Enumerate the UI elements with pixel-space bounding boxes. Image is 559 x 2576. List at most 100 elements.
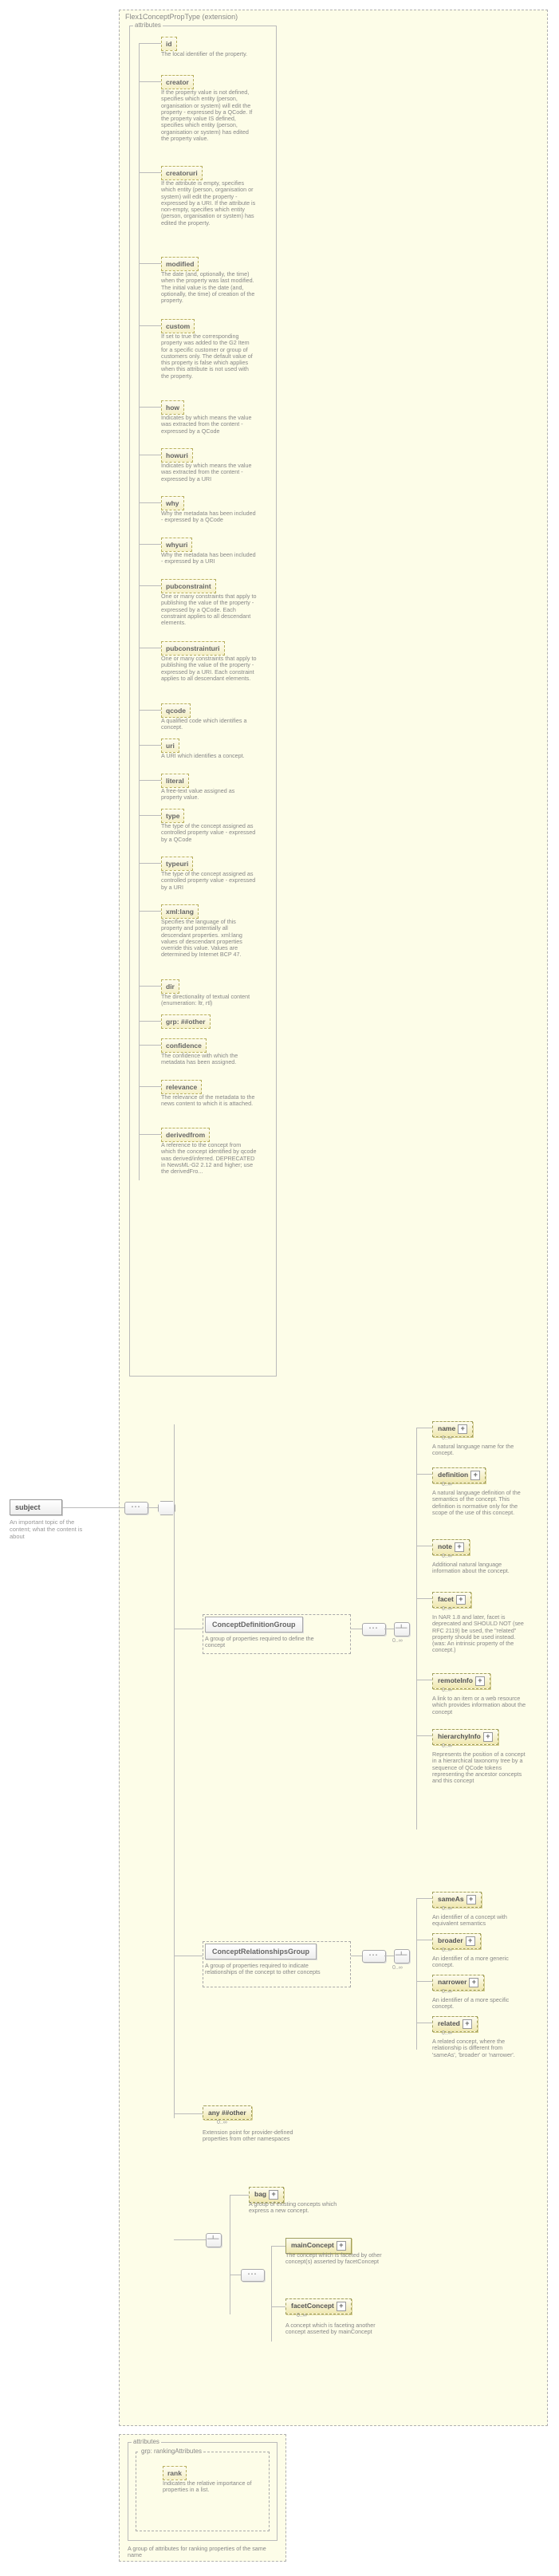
rel-child-h [416, 1898, 432, 1899]
attrs-vline [139, 43, 140, 1180]
expand-icon[interactable]: + [470, 1471, 480, 1480]
attr-desc: The type of the concept assigned as cont… [161, 871, 257, 891]
expand-icon[interactable]: + [463, 2019, 472, 2029]
rel-card: 0..∞ [392, 1965, 403, 1971]
attr-pubconstrainturi[interactable]: pubconstrainturi [161, 641, 225, 656]
concept-definition-group: ConceptDefinitionGroup A group of proper… [203, 1614, 351, 1654]
rel-group-title[interactable]: ConceptRelationshipsGroup [205, 1944, 317, 1960]
elem-desc: An identifier of a more generic concept. [432, 1956, 528, 1969]
attr-uri[interactable]: uri [161, 739, 179, 753]
elem-broader[interactable]: broader+ [432, 1933, 481, 1949]
attr-connector [139, 585, 161, 586]
card: 0..∞ [442, 1554, 452, 1559]
attr-whyuri[interactable]: whyuri [161, 538, 192, 552]
any-other-node[interactable]: any ##other [203, 2105, 252, 2120]
attr-connector [139, 1086, 161, 1087]
extension-header: Flex1ConceptPropType (extension) [125, 13, 238, 21]
attr-desc: A reference to the concept from which th… [161, 1142, 257, 1175]
attr-derivedfrom[interactable]: derivedfrom [161, 1128, 210, 1142]
attr-connector [139, 1134, 161, 1135]
facetconcept-node[interactable]: facetConcept+ [285, 2298, 352, 2314]
attr-desc: The type of the concept assigned as cont… [161, 823, 257, 843]
expand-icon[interactable]: + [455, 1542, 464, 1552]
def-child-h [416, 1735, 432, 1736]
elem-definition[interactable]: definition+ [432, 1467, 486, 1483]
elem-desc: A natural language definition of the sem… [432, 1490, 528, 1516]
expand-icon[interactable]: + [458, 1424, 467, 1434]
spine [174, 1424, 175, 2118]
expand-icon[interactable]: + [269, 2190, 278, 2200]
expand-icon[interactable]: + [469, 1978, 478, 1987]
attr-connector [139, 325, 161, 326]
elem-name[interactable]: name+ [432, 1421, 473, 1437]
def-group-desc: A group of properties required to define… [205, 1636, 325, 1649]
attr-connector [139, 815, 161, 816]
attr-grp-other[interactable]: grp: ##other [161, 1014, 211, 1029]
expand-icon[interactable]: + [337, 2302, 346, 2311]
attr-connector [139, 780, 161, 781]
attr-xml-lang[interactable]: xml:lang [161, 904, 199, 919]
elem-desc: A link to an item or a web resource whic… [432, 1696, 528, 1715]
elem-hierarchyinfo[interactable]: hierarchyInfo+ [432, 1729, 498, 1745]
def-choice [394, 1622, 410, 1637]
attr-typeuri[interactable]: typeuri [161, 857, 193, 871]
rank-node[interactable]: rank [163, 2466, 187, 2480]
attr-connector [139, 911, 161, 912]
attr-id[interactable]: id [161, 37, 177, 51]
attr-desc: The confidence with which the metadata h… [161, 1053, 257, 1066]
elem-note[interactable]: note+ [432, 1539, 470, 1555]
attr-custom[interactable]: custom [161, 319, 195, 333]
card: 0..∞ [442, 1688, 452, 1693]
elem-narrower[interactable]: narrower+ [432, 1975, 484, 1991]
attr-desc: If the attribute is empty, specifies whi… [161, 180, 257, 226]
any-desc: Extension point for provider-defined pro… [203, 2129, 306, 2143]
attr-howuri[interactable]: howuri [161, 448, 193, 463]
attr-relevance[interactable]: relevance [161, 1080, 202, 1094]
rel-choice [394, 1949, 410, 1964]
attr-why[interactable]: why [161, 496, 184, 510]
root-subject[interactable]: subject [10, 1499, 62, 1515]
attr-qcode[interactable]: qcode [161, 703, 191, 718]
attr-creator[interactable]: creator [161, 75, 194, 89]
attr-dir[interactable]: dir [161, 979, 179, 994]
attr-desc: One or many constraints that apply to pu… [161, 656, 257, 682]
attr-type[interactable]: type [161, 809, 184, 823]
bag-choice [206, 2233, 222, 2247]
elem-facet[interactable]: facet+ [432, 1592, 471, 1608]
expand-icon[interactable]: + [466, 1895, 476, 1904]
root-octo [158, 1501, 175, 1515]
attr-connector [139, 43, 161, 44]
expand-icon[interactable]: + [466, 1936, 475, 1946]
attr-modified[interactable]: modified [161, 257, 199, 271]
attr-connector [139, 172, 161, 173]
root-desc: An important topic of the content; what … [10, 1518, 89, 1540]
attr-desc: Why the metadata has been included - exp… [161, 552, 257, 565]
card: 0..∞ [442, 1482, 452, 1487]
attr-creatoruri[interactable]: creatoruri [161, 166, 203, 180]
card: 0..∞ [442, 1906, 452, 1912]
seq-out [147, 1507, 158, 1508]
attr-connector [139, 263, 161, 264]
mainconcept-desc: The concept which is faceted by other co… [285, 2252, 389, 2266]
attr-desc: A URI which identifies a concept. [161, 753, 257, 759]
bag-desc: A group of existing concepts which expre… [249, 2201, 344, 2215]
def-group-title[interactable]: ConceptDefinitionGroup [205, 1617, 303, 1633]
h-main [271, 2246, 285, 2247]
expand-icon[interactable]: + [483, 1732, 493, 1742]
expand-icon[interactable]: + [337, 2241, 346, 2251]
attr-desc: A qualified code which identifies a conc… [161, 718, 257, 731]
elem-related[interactable]: related+ [432, 2016, 478, 2032]
bottom-attributes-label: attributes [132, 2438, 161, 2445]
mf-vline [271, 2246, 272, 2342]
attr-literal[interactable]: literal [161, 774, 189, 788]
attr-confidence[interactable]: confidence [161, 1038, 207, 1053]
elem-sameas[interactable]: sameAs+ [432, 1892, 482, 1908]
card: 0..∞ [442, 1948, 452, 1953]
elem-desc: In NAR 1.8 and later, facet is deprecate… [432, 1614, 528, 1654]
attr-how[interactable]: how [161, 400, 184, 415]
attr-pubconstraint[interactable]: pubconstraint [161, 579, 216, 593]
card: 0..∞ [442, 1989, 452, 1995]
elem-remoteinfo[interactable]: remoteInfo+ [432, 1673, 490, 1689]
expand-icon[interactable]: + [456, 1595, 466, 1605]
expand-icon[interactable]: + [475, 1676, 485, 1686]
